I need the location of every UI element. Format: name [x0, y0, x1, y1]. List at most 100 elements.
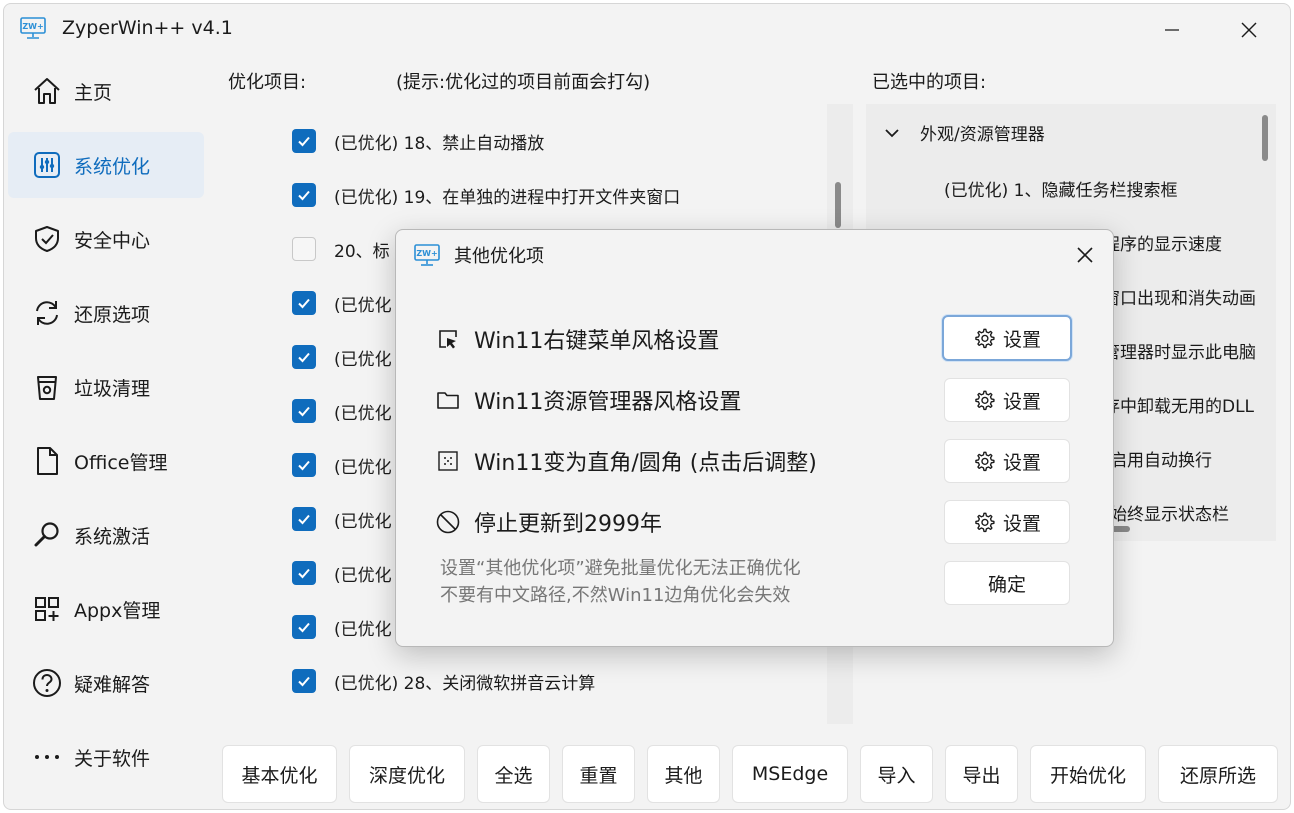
svg-text:ZW+: ZW+: [416, 249, 437, 258]
list-item[interactable]: (已优化: [292, 450, 392, 480]
check-icon: [298, 406, 310, 417]
list-item[interactable]: 20、标: [292, 234, 390, 264]
list-item[interactable]: (已优化: [292, 288, 392, 318]
settings-button-label: 设置: [1002, 512, 1041, 535]
tree-group-appearance[interactable]: 外观/资源管理器: [884, 120, 1045, 145]
gear-icon: [975, 390, 995, 411]
options-scrollbar-thumb[interactable]: [835, 182, 841, 228]
sidebar-item-office[interactable]: Office管理: [8, 428, 204, 494]
list-item[interactable]: (已优化: [292, 342, 392, 372]
dialog-row-label: Win11变为直角/圆角 (点击后调整): [474, 451, 817, 476]
dialog-row-corner-style: Win11变为直角/圆角 (点击后调整): [434, 441, 817, 481]
dialog-row-label: 停止更新到2999年: [474, 512, 662, 537]
sidebar-item-security[interactable]: 安全中心: [8, 206, 204, 272]
checkbox-unchecked[interactable]: [292, 237, 316, 261]
sidebar-item-label: Office管理: [74, 451, 168, 474]
dialog-row-label: Win11资源管理器风格设置: [474, 390, 742, 415]
settings-button-label: 设置: [1002, 328, 1041, 351]
checkbox-checked[interactable]: [292, 129, 316, 153]
confirm-button[interactable]: 确定: [944, 561, 1070, 605]
deep-optimize-button[interactable]: 深度优化: [349, 745, 465, 803]
settings-button-label: 设置: [1002, 451, 1041, 474]
title-bar[interactable]: ZW+ ZyperWin++ v4.1: [4, 4, 1290, 54]
dialog-note-line1: 设置“其他优化项”避免批量优化无法正确优化: [440, 558, 801, 579]
check-icon: [298, 568, 310, 579]
list-item[interactable]: (已优化: [292, 396, 392, 426]
option-label: (已优化: [334, 565, 392, 586]
home-icon: [30, 74, 64, 108]
checkbox-checked[interactable]: [292, 453, 316, 477]
close-icon: [1241, 22, 1257, 38]
other-button[interactable]: 其他: [647, 745, 720, 803]
other-options-dialog: ZW+ 其他优化项 Win11右键菜单风格设置 设置 Win11资源管理器风格设…: [395, 229, 1114, 647]
sidebar-item-cleanup[interactable]: 垃圾清理: [8, 354, 204, 420]
import-button[interactable]: 导入: [860, 745, 933, 803]
tree-scrollbar-thumb[interactable]: [1262, 115, 1268, 161]
sidebar-item-label: 安全中心: [74, 229, 151, 252]
sidebar-item-label: 疑难解答: [74, 673, 151, 696]
app-logo-icon: ZW+: [20, 17, 46, 39]
help-icon: [30, 666, 64, 700]
minimize-icon: [1165, 29, 1179, 31]
checkbox-checked[interactable]: [292, 561, 316, 585]
sidebar-item-label: Appx管理: [74, 599, 161, 622]
checkbox-checked[interactable]: [292, 291, 316, 315]
gear-icon: [975, 512, 995, 533]
export-button[interactable]: 导出: [945, 745, 1018, 803]
checkbox-checked[interactable]: [292, 615, 316, 639]
basic-optimize-button[interactable]: 基本优化: [222, 745, 337, 803]
select-all-button[interactable]: 全选: [477, 745, 550, 803]
checkbox-checked[interactable]: [292, 507, 316, 531]
list-item[interactable]: (已优化: [292, 612, 392, 642]
option-label: (已优化: [334, 403, 392, 424]
close-button[interactable]: [1226, 14, 1272, 46]
tree-item[interactable]: 启用自动换行: [1110, 446, 1212, 471]
sidebar-item-system-optimize[interactable]: 系统优化: [8, 132, 204, 198]
sidebar-item-appx[interactable]: Appx管理: [8, 576, 204, 642]
checkbox-checked[interactable]: [292, 399, 316, 423]
list-item[interactable]: (已优化) 19、在单独的进程中打开文件夹窗口: [292, 180, 680, 210]
sidebar-item-restore[interactable]: 还原选项: [8, 280, 204, 346]
gear-icon: [975, 328, 995, 349]
dialog-close-button[interactable]: [1072, 242, 1098, 268]
list-item[interactable]: (已优化: [292, 558, 392, 588]
context-menu-settings-button[interactable]: 设置: [942, 315, 1072, 361]
option-label: (已优化: [334, 511, 392, 532]
trash-icon: [30, 370, 64, 404]
check-icon: [298, 298, 310, 309]
dialog-row-explorer-style: Win11资源管理器风格设置: [434, 380, 741, 420]
list-item[interactable]: (已优化) 18、禁止自动播放: [292, 126, 544, 156]
minimize-button[interactable]: [1149, 14, 1195, 46]
corner-style-settings-button[interactable]: 设置: [944, 439, 1070, 483]
explorer-style-settings-button[interactable]: 设置: [944, 378, 1070, 422]
tree-item[interactable]: (已优化) 1、隐藏任务栏搜索框: [944, 176, 1177, 201]
dialog-note-line2: 不要有中文路径,不然Win11边角优化会失效: [440, 585, 791, 606]
option-label: (已优化) 19、在单独的进程中打开文件夹窗口: [334, 187, 681, 208]
app-window: ZW+ ZyperWin++ v4.1 主页 系统优化 安全中心 还原选项 垃圾…: [3, 3, 1291, 810]
list-item[interactable]: (已优化: [292, 504, 392, 534]
key-icon: [30, 518, 64, 552]
checkbox-checked[interactable]: [292, 345, 316, 369]
refresh-icon: [30, 296, 64, 330]
sidebar-item-troubleshoot[interactable]: 疑难解答: [8, 650, 204, 716]
stop-updates-settings-button[interactable]: 设置: [944, 500, 1070, 544]
tree-item[interactable]: 始终显示状态栏: [1110, 500, 1229, 525]
checkbox-checked[interactable]: [292, 183, 316, 207]
sidebar-item-home[interactable]: 主页: [8, 58, 204, 124]
sidebar-item-activation[interactable]: 系统激活: [8, 502, 204, 568]
sidebar-item-about[interactable]: 关于软件: [8, 724, 204, 790]
option-label: 20、标: [334, 241, 390, 262]
list-item[interactable]: (已优化) 28、关闭微软拼音云计算: [292, 666, 595, 696]
option-label: (已优化: [334, 295, 392, 316]
check-icon: [298, 352, 310, 363]
start-optimize-button[interactable]: 开始优化: [1030, 745, 1146, 803]
dialog-row-context-menu: Win11右键菜单风格设置: [434, 319, 719, 359]
reset-button[interactable]: 重置: [562, 745, 635, 803]
option-label: (已优化) 28、关闭微软拼音云计算: [334, 673, 596, 694]
msedge-button[interactable]: MSEdge: [732, 745, 848, 803]
sliders-icon: [30, 148, 64, 182]
restore-selected-button[interactable]: 还原所选: [1158, 745, 1278, 803]
selected-header: 已选中的项目:: [872, 72, 987, 93]
check-icon: [298, 460, 310, 471]
checkbox-checked[interactable]: [292, 669, 316, 693]
